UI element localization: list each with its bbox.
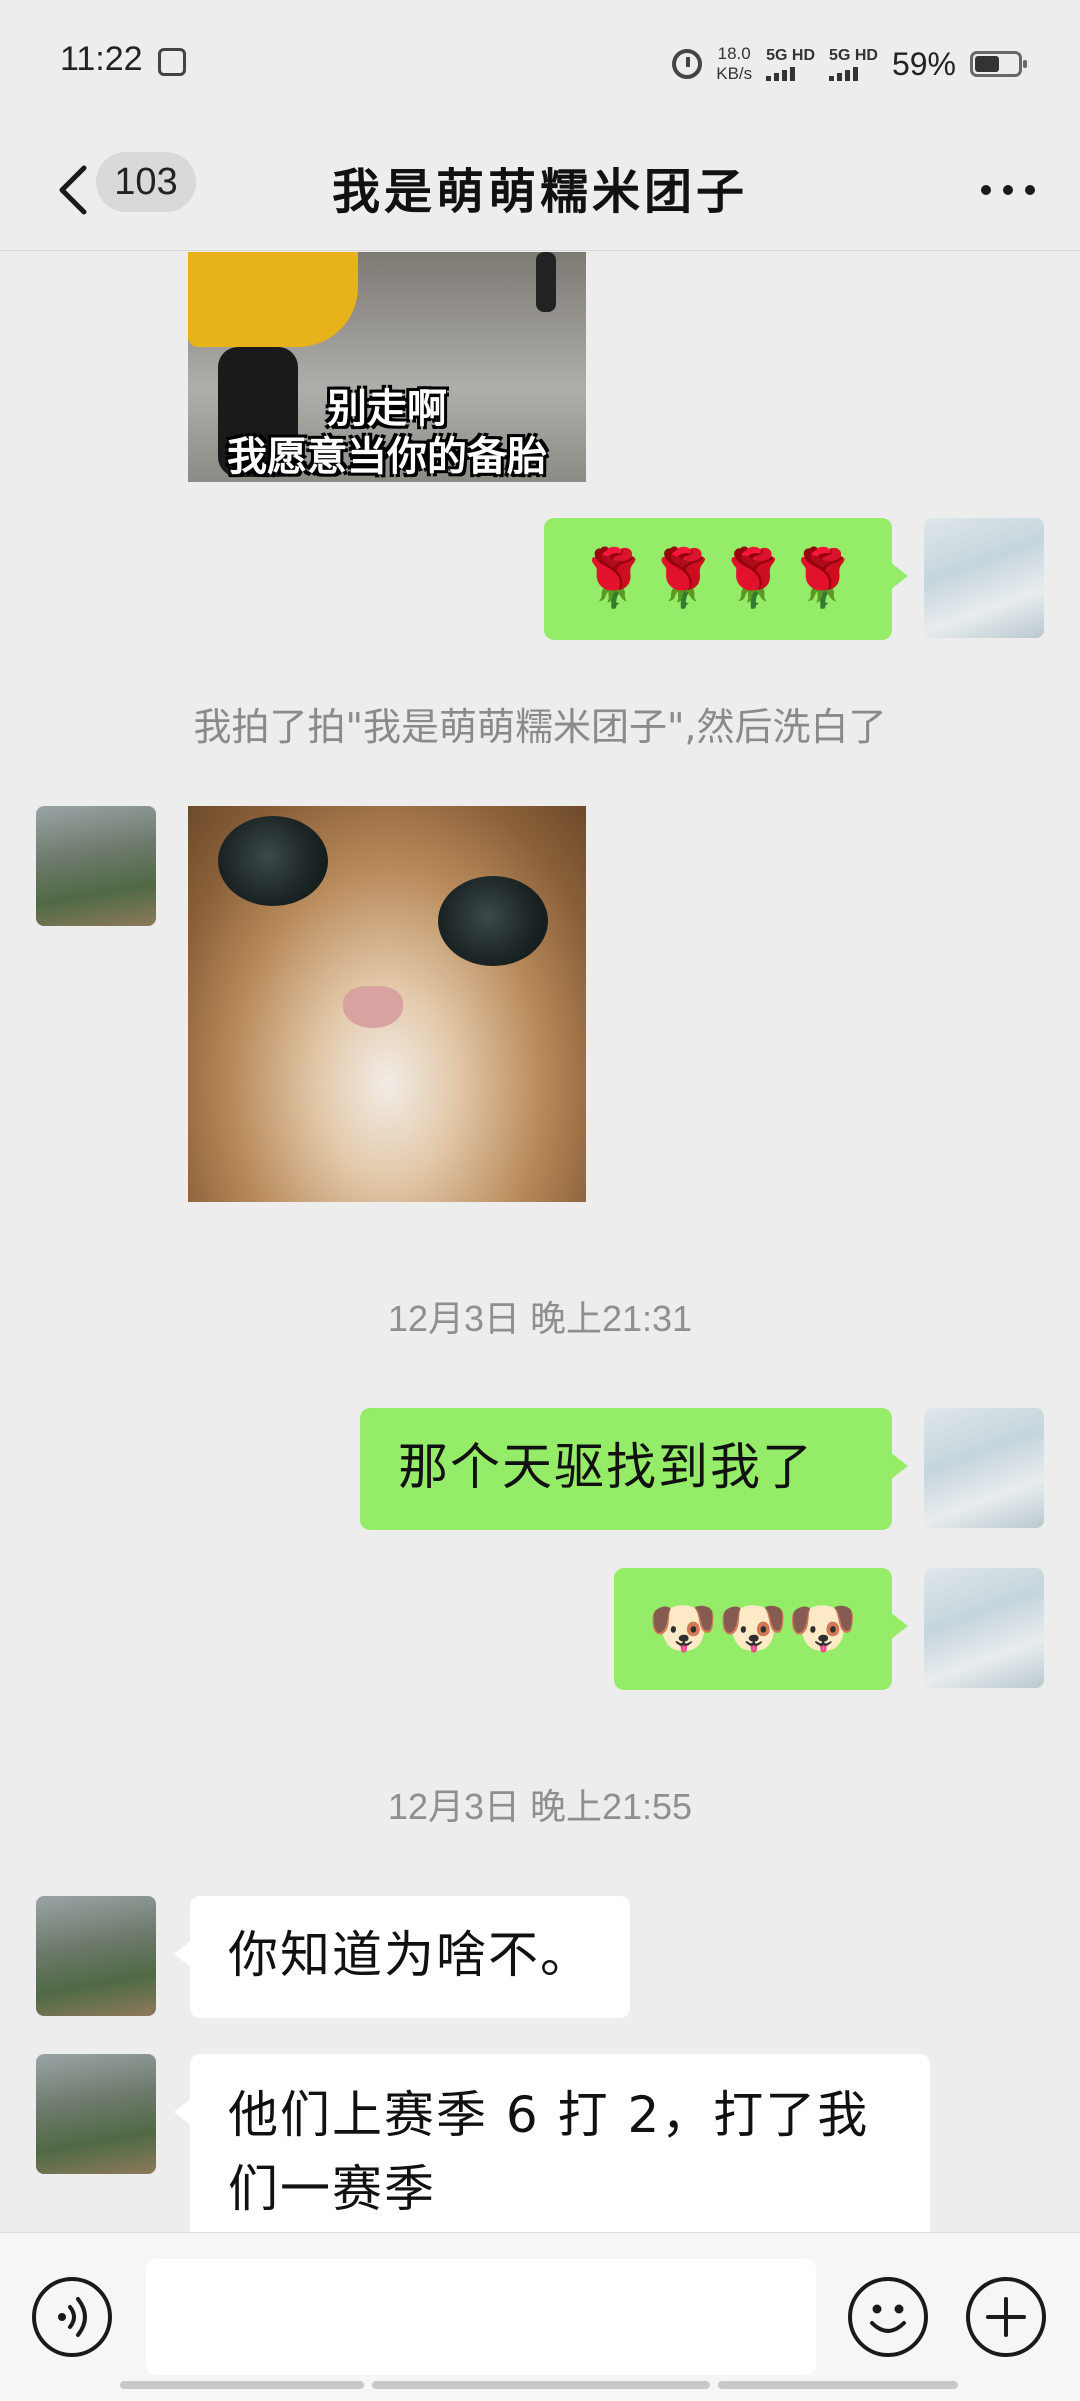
rose-emojis: 🌹🌹🌹🌹	[578, 546, 858, 611]
message-text: 那个天驱找到我了	[398, 1438, 814, 1496]
message-text: 你知道为啥不。	[228, 1926, 592, 1984]
signal-bars-icon	[829, 65, 878, 81]
cat-sticker[interactable]	[188, 806, 586, 1202]
timestamp: 12月3日 晚上21:31	[387, 1298, 693, 1339]
chat-title: 我是萌萌糯米团子	[331, 164, 748, 220]
message-input[interactable]	[146, 2259, 816, 2375]
contact-avatar[interactable]	[36, 1896, 156, 2016]
signal-label-1: 5G HD	[766, 47, 816, 64]
sent-message-bubble[interactable]: 那个天驱找到我了	[360, 1408, 908, 1530]
self-avatar[interactable]	[924, 1568, 1044, 1688]
status-right-group: 18.0 KB/s 5G HD 5G HD 59%	[672, 36, 1027, 92]
voice-icon	[58, 2297, 87, 2337]
battery-icon	[970, 51, 1027, 77]
network-speed-value: 18.0	[717, 44, 751, 63]
battery-percent: 59%	[891, 45, 956, 82]
input-bar	[0, 2232, 1080, 2401]
pat-notice: 我拍了拍"我是萌萌糯米团子",然后洗白了	[193, 705, 887, 749]
cat-nose	[343, 986, 403, 1028]
signal-indicator-1: 5G HD	[766, 47, 815, 81]
gesture-bar-center	[372, 2381, 710, 2389]
gesture-bar-left	[120, 2381, 364, 2389]
contact-avatar[interactable]	[36, 806, 156, 926]
status-time: 11:22	[60, 40, 143, 78]
emoji-button[interactable]	[848, 2277, 928, 2357]
chat-header: 103 我是萌萌糯米团子	[0, 130, 1080, 251]
contact-avatar[interactable]	[36, 2054, 156, 2174]
notification-app-icon	[158, 48, 186, 76]
signal-label-2: 5G HD	[829, 47, 878, 64]
more-functions-button[interactable]	[966, 2277, 1046, 2357]
received-message-bubble[interactable]: 他们上赛季 6 打 2，打了我们一赛季	[174, 2054, 930, 2254]
cat-eye-left	[218, 816, 328, 906]
cat-eye-right	[438, 876, 548, 966]
self-avatar[interactable]	[924, 518, 1044, 638]
sent-message-bubble[interactable]: 🐶🐶🐶	[614, 1568, 908, 1690]
smiley-icon	[870, 2304, 906, 2333]
alarm-icon	[672, 49, 703, 79]
self-avatar[interactable]	[924, 1408, 1044, 1528]
more-options-icon[interactable]	[972, 160, 1044, 220]
status-bar: 11:22 18.0 KB/s 5G HD 5G HD 59%	[0, 0, 1080, 130]
signal-bars-icon	[766, 65, 815, 81]
message-text: 他们上赛季 6 打 2，打了我们一赛季	[228, 2086, 870, 2218]
meme-sticker[interactable]: 别走啊 我愿意当你的备胎	[188, 252, 586, 482]
network-speed: 18.0 KB/s	[716, 44, 752, 84]
doge-emojis: 🐶🐶🐶	[648, 1596, 858, 1661]
gesture-bar-right	[718, 2381, 958, 2389]
meme-figure	[188, 252, 358, 347]
plus-icon	[986, 2297, 1026, 2337]
timestamp: 12月3日 晚上21:55	[387, 1786, 693, 1827]
signal-indicator-2: 5G HD	[829, 47, 878, 81]
network-speed-unit: KB/s	[716, 64, 753, 83]
sent-message-bubble[interactable]: 🌹🌹🌹🌹	[544, 518, 908, 640]
received-message-bubble[interactable]: 你知道为啥不。	[174, 1896, 630, 2018]
meme-caption-line-2: 我愿意当你的备胎	[227, 434, 547, 480]
voice-input-button[interactable]	[32, 2277, 112, 2357]
